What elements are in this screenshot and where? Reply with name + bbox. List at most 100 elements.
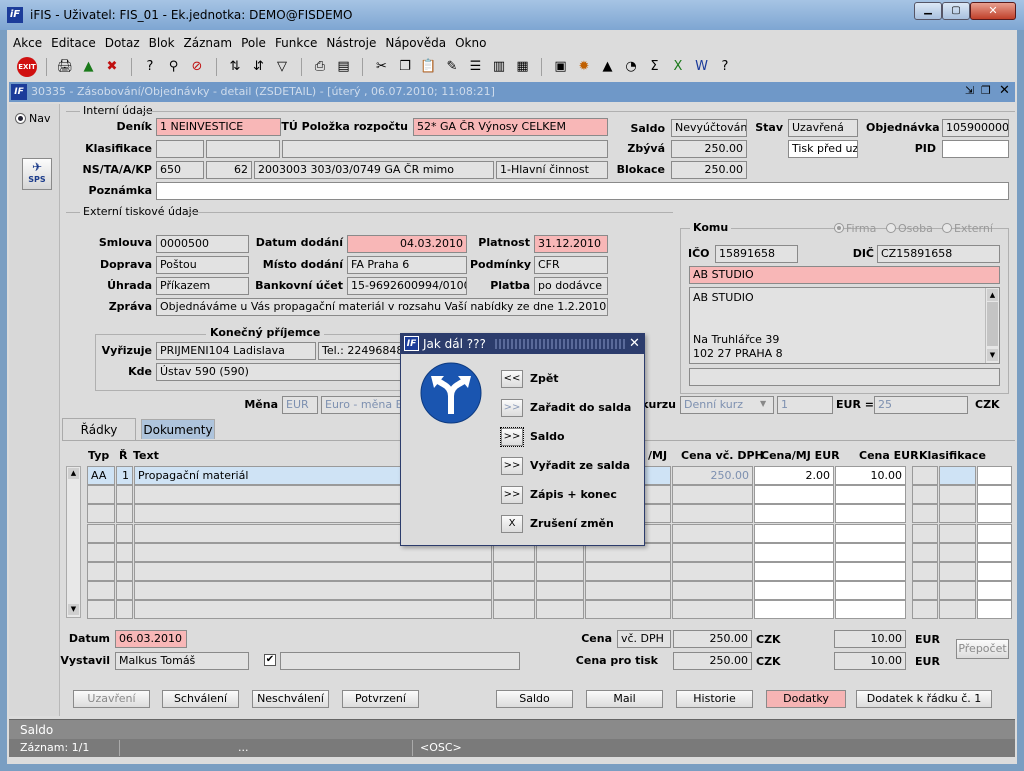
query-cancel-icon[interactable]: ⊘: [188, 58, 206, 76]
mountain-icon[interactable]: ▲: [599, 58, 617, 76]
dialog-option-2-button[interactable]: >>: [500, 427, 524, 447]
komu-extra-field[interactable]: [689, 368, 1000, 386]
menu-zaznam[interactable]: Záznam: [184, 36, 233, 50]
objednavka-field[interactable]: 1059000002: [942, 119, 1009, 137]
grid-cell-x2[interactable]: [536, 562, 584, 581]
grid-cell-k2[interactable]: [939, 466, 976, 485]
grid-cell-k3[interactable]: [977, 562, 1012, 581]
mail-button[interactable]: Mail: [586, 690, 663, 708]
misto-field[interactable]: FA Praha 6: [347, 256, 467, 274]
tisk-eur-field[interactable]: 10.00: [834, 652, 906, 670]
grid-cell-x1[interactable]: [493, 581, 535, 601]
blokace-field[interactable]: 250.00: [671, 161, 747, 179]
grid-cell-r[interactable]: [116, 523, 133, 543]
grid-cell-k2[interactable]: [939, 523, 976, 543]
ucet-field[interactable]: 15-9692600994/0100: [347, 277, 467, 295]
grid-cell-r[interactable]: [116, 581, 133, 601]
export-icon[interactable]: ▤: [335, 58, 353, 76]
grid-cell-cena_dph[interactable]: [672, 523, 753, 543]
grid-cell-typ[interactable]: [87, 542, 115, 562]
poznamka-field[interactable]: [156, 182, 1009, 200]
dialog-option-4-button[interactable]: >>: [501, 486, 523, 504]
grid-cell-k2[interactable]: [939, 600, 976, 620]
tel-field[interactable]: Tel.: 2249684824: [318, 342, 408, 360]
grid-cell-k2[interactable]: [939, 504, 976, 524]
ns-field-4[interactable]: 1-Hlavní činnost: [496, 161, 608, 179]
tu-field[interactable]: 52* GA ČR Výnosy CELKEM: [413, 118, 608, 136]
datum-field[interactable]: 06.03.2010: [115, 630, 187, 648]
grid-cell-typ[interactable]: [87, 600, 115, 620]
grid-cell-k1[interactable]: [912, 562, 938, 581]
menu-blok[interactable]: Blok: [149, 36, 175, 50]
grid-cell-cena_dph[interactable]: [672, 600, 753, 620]
form-restore-icon[interactable]: ❐: [981, 84, 991, 97]
grid-cell-cena_mj_eur[interactable]: [754, 542, 834, 562]
grid-cell-x1[interactable]: [493, 562, 535, 581]
grid-cell-cena_eur[interactable]: [835, 562, 906, 581]
grid-cell-typ[interactable]: [87, 523, 115, 543]
grid-cell-cena_dph[interactable]: 250.00: [672, 466, 753, 485]
cut-icon[interactable]: ✂: [373, 58, 391, 76]
minimize-button[interactable]: ▁: [914, 2, 942, 20]
grid-cell-k3[interactable]: [977, 600, 1012, 620]
word-icon[interactable]: W: [693, 58, 711, 76]
pid-field[interactable]: [942, 140, 1009, 158]
grid-cell-k1[interactable]: [912, 466, 938, 485]
printer-icon[interactable]: ⎙: [311, 58, 329, 76]
grid-cell-k2[interactable]: [939, 562, 976, 581]
menu-pole[interactable]: Pole: [241, 36, 266, 50]
mena-name-field[interactable]: Euro - měna EMU: [321, 396, 407, 414]
rows-icon[interactable]: ▦: [514, 58, 532, 76]
grid-cell-k3[interactable]: [977, 542, 1012, 562]
print-icon[interactable]: 🖨: [56, 58, 74, 76]
form-resize-icon[interactable]: ⇲: [965, 84, 974, 97]
list-icon[interactable]: ☰: [467, 58, 485, 76]
grid-cell-cena_mj_eur[interactable]: [754, 600, 834, 620]
platnost-field[interactable]: 31.12.2010: [534, 235, 608, 253]
grid-cell-cena_eur[interactable]: [835, 485, 906, 505]
grid-cell-k1[interactable]: [912, 485, 938, 505]
kde-field[interactable]: Ústav 590 (590): [156, 363, 408, 381]
dialog-option-3-label[interactable]: Vyřadit ze salda: [530, 459, 630, 472]
grid-cell-x3[interactable]: [585, 581, 671, 601]
zprava-field[interactable]: Objednáváme u Vás propagační materiál v …: [156, 298, 608, 316]
potvrzeni-button[interactable]: Potvrzení: [342, 690, 419, 708]
prepocet-button[interactable]: Přepočet: [956, 639, 1009, 659]
address-scrollbar[interactable]: ▲ ▼: [985, 288, 999, 363]
ico-field[interactable]: 15891658: [715, 245, 798, 263]
grid-cell-r[interactable]: [116, 485, 133, 505]
grid-cell-k2[interactable]: [939, 542, 976, 562]
dialog-option-4-label[interactable]: Zápis + konec: [530, 488, 617, 501]
filter-icon[interactable]: ▽: [273, 58, 291, 76]
grid-cell-typ[interactable]: [87, 504, 115, 524]
stav-field[interactable]: Uzavřená: [788, 119, 858, 137]
uhrada-field[interactable]: Příkazem: [156, 277, 249, 295]
copy-icon[interactable]: ❐: [396, 58, 414, 76]
menu-okno[interactable]: Okno: [455, 36, 486, 50]
edit-icon[interactable]: ✎: [443, 58, 461, 76]
ns-field-1[interactable]: 650: [156, 161, 204, 179]
columns-icon[interactable]: ▥: [490, 58, 508, 76]
grid-scrollbar[interactable]: ▲ ▼: [66, 466, 81, 618]
grid-cell-k2[interactable]: [939, 581, 976, 601]
grid-cell-k1[interactable]: [912, 523, 938, 543]
dialog-option-1-button[interactable]: >>: [501, 399, 523, 417]
grid-cell-cena_dph[interactable]: [672, 542, 753, 562]
calculator-icon[interactable]: ▣: [552, 58, 570, 76]
sun-icon[interactable]: ✹: [575, 58, 593, 76]
grid-cell-k1[interactable]: [912, 542, 938, 562]
grid-cell-k3[interactable]: [977, 523, 1012, 543]
dodatky-button[interactable]: Dodatky: [766, 690, 846, 708]
grid-cell-cena_eur[interactable]: [835, 600, 906, 620]
grid-cell-cena_dph[interactable]: [672, 485, 753, 505]
dialog-option-5-button[interactable]: X: [501, 515, 523, 533]
cena-field[interactable]: 250.00: [673, 630, 752, 648]
klasifikace-field-3[interactable]: [282, 140, 608, 158]
grid-cell-cena_mj_eur[interactable]: [754, 562, 834, 581]
smlouva-field[interactable]: 0000500: [156, 235, 249, 253]
rate-field[interactable]: 25: [874, 396, 968, 414]
grid-cell-r[interactable]: [116, 542, 133, 562]
podminky-field[interactable]: CFR: [534, 256, 608, 274]
grid-cell-text[interactable]: [134, 562, 492, 581]
dialog-option-0-button[interactable]: <<: [501, 370, 523, 388]
